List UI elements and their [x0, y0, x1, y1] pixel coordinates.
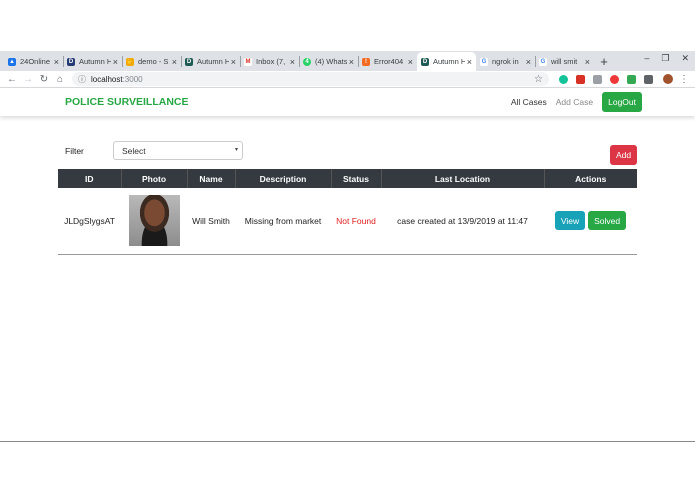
browser-tab[interactable]: D Autumn H ×: [63, 52, 122, 71]
close-icon[interactable]: ×: [408, 57, 413, 67]
whatsapp-icon: 4: [303, 57, 311, 66]
actions-cell: View Solved: [544, 188, 637, 255]
last-location: case created at 13/9/2019 at 11:47: [381, 188, 544, 255]
browser-tab[interactable]: M Inbox (7, ×: [240, 52, 299, 71]
url-port: :3000: [122, 74, 143, 84]
solved-button[interactable]: Solved: [588, 211, 627, 231]
case-description: Missing from market: [235, 188, 331, 255]
nav-add-case[interactable]: Add Case: [556, 97, 593, 107]
tab-title: Inbox (7,: [256, 57, 286, 66]
tab-title: demo - S: [138, 57, 169, 66]
browser-tab[interactable]: Gngrok in ×: [476, 52, 535, 71]
nav-all-cases[interactable]: All Cases: [511, 97, 547, 107]
nav-links: All Cases Add Case LogOut: [511, 92, 642, 112]
reload-icon[interactable]: ↻: [36, 74, 52, 85]
cases-table: ID Photo Name Description Status Last Lo…: [58, 169, 637, 255]
person-photo: [128, 195, 180, 247]
camera-extension-icon[interactable]: [593, 74, 602, 84]
column-header-actions: Actions: [544, 169, 637, 188]
back-icon[interactable]: ←: [4, 74, 20, 85]
browser-tab[interactable]: Gwill smit ×: [535, 52, 594, 71]
address-bar[interactable]: ⓘ localhost:3000 ☆: [72, 72, 549, 86]
footer-divider: [0, 441, 695, 442]
view-button[interactable]: View: [554, 211, 586, 231]
close-icon[interactable]: ×: [349, 57, 354, 67]
case-id: JLDgSlygsAT: [58, 188, 121, 255]
browser-toolbar: ← → ↻ ⌂ ⓘ localhost:3000 ☆ ⋮: [0, 71, 695, 88]
tab-title: (4) Whats: [315, 57, 347, 66]
tab-title: Autumn H: [433, 57, 465, 66]
close-icon[interactable]: ×: [113, 57, 118, 67]
tab-title: Autumn H: [197, 57, 229, 66]
filter-select-value: Select: [122, 146, 146, 156]
browser-tab[interactable]: ! Error404 ×: [358, 52, 417, 71]
close-icon[interactable]: ×: [172, 57, 177, 67]
grammarly-extension-icon[interactable]: [559, 74, 568, 84]
column-header-status: Status: [331, 169, 382, 188]
person-name: Will Smith: [187, 188, 235, 255]
tab-title: ngrok in: [492, 57, 519, 66]
puzzle-extension-icon[interactable]: [644, 74, 653, 84]
tab-title: will smit: [551, 57, 578, 66]
mountain-icon: ▲: [8, 57, 16, 66]
devpost-icon: D: [185, 57, 193, 66]
download-extension-icon[interactable]: [627, 74, 636, 84]
filter-label: Filter: [65, 146, 84, 156]
app-navbar: POLICE SURVEILLANCE All Cases Add Case L…: [0, 88, 695, 116]
error-icon: !: [362, 57, 370, 66]
close-icon[interactable]: ×: [290, 57, 295, 67]
window-controls: – ❐ ✕: [644, 53, 689, 64]
close-icon[interactable]: ×: [231, 57, 236, 67]
close-icon[interactable]: ×: [585, 57, 590, 67]
info-icon[interactable]: ⓘ: [78, 74, 86, 85]
tab-title: Error404: [374, 57, 404, 66]
bookmark-star-icon[interactable]: ☆: [534, 74, 543, 85]
tab-title: 24Online: [20, 57, 51, 66]
google-icon: G: [480, 57, 488, 66]
close-icon[interactable]: ×: [54, 57, 59, 67]
avatar[interactable]: [663, 74, 673, 84]
table-row: JLDgSlygsAT Will Smith Missing from mark…: [58, 188, 637, 255]
vivaldi-extension-icon[interactable]: [610, 74, 619, 84]
google-icon: G: [539, 57, 547, 66]
column-header-last-location: Last Location: [381, 169, 545, 188]
hand-icon: ✋: [126, 57, 134, 66]
devpost-icon: D: [67, 57, 75, 66]
column-header-photo: Photo: [121, 169, 188, 188]
browser-tab[interactable]: ▲ 24Online ×: [4, 52, 63, 71]
forward-icon[interactable]: →: [20, 74, 36, 85]
column-header-description: Description: [235, 169, 332, 188]
column-header-name: Name: [187, 169, 236, 188]
pdf-extension-icon[interactable]: [576, 74, 585, 84]
url-host: localhost: [91, 74, 123, 84]
close-icon[interactable]: ×: [467, 57, 472, 67]
column-header-id: ID: [58, 169, 122, 188]
filter-select[interactable]: Select ▾: [113, 141, 243, 160]
browser-tab[interactable]: D Autumn H ×: [181, 52, 240, 71]
restore-icon[interactable]: ❐: [661, 53, 669, 64]
devpost-icon: D: [421, 57, 429, 66]
close-icon[interactable]: ×: [526, 57, 531, 67]
status-badge: Not Found: [331, 188, 381, 255]
photo-cell: [121, 188, 187, 255]
browser-tab-active[interactable]: D Autumn H ×: [417, 52, 476, 71]
close-window-icon[interactable]: ✕: [681, 53, 689, 64]
logout-button[interactable]: LogOut: [602, 92, 642, 112]
new-tab-button[interactable]: +: [594, 52, 614, 71]
tab-title: Autumn H: [79, 57, 111, 66]
top-blank-area: [0, 0, 695, 51]
brand-title[interactable]: POLICE SURVEILLANCE: [65, 96, 189, 108]
gmail-icon: M: [244, 57, 252, 66]
browser-tab[interactable]: 4 (4) Whats ×: [299, 52, 358, 71]
home-icon[interactable]: ⌂: [52, 74, 68, 85]
browser-tab-strip: ▲ 24Online × D Autumn H × ✋ demo - S × D Autumn…: [0, 51, 695, 71]
browser-tab[interactable]: ✋ demo - S ×: [122, 52, 181, 71]
table-header-row: ID Photo Name Description Status Last Lo…: [58, 169, 637, 188]
add-button[interactable]: Add: [610, 145, 637, 165]
menu-kebab-icon[interactable]: ⋮: [679, 74, 689, 85]
chevron-down-icon: ▾: [234, 147, 238, 153]
minimize-icon[interactable]: –: [644, 53, 649, 64]
